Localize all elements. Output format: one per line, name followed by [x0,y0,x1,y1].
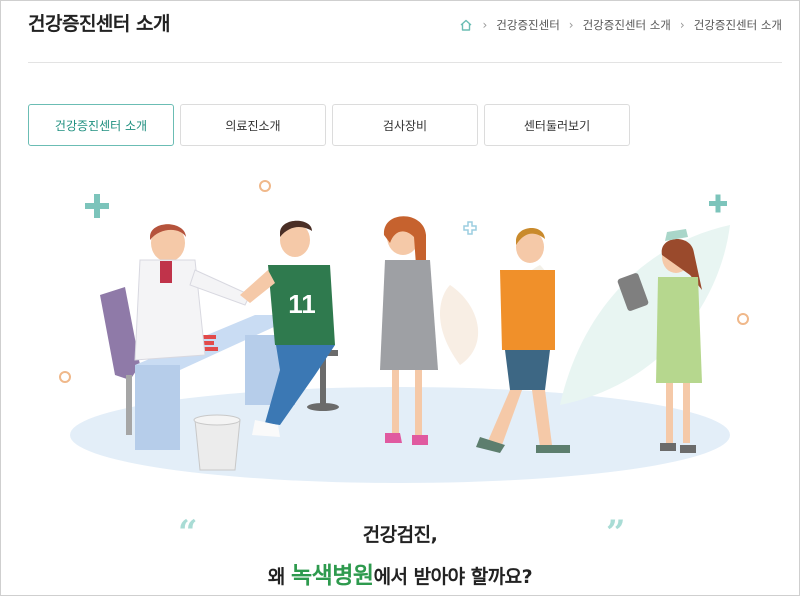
leaf-decoration [440,285,479,365]
breadcrumb-item-current[interactable]: 건강증진센터 소개 [694,17,782,33]
chevron-right-icon: › [482,18,488,32]
plus-decoration [463,221,477,235]
chair [100,287,140,380]
trash-bin [194,419,241,471]
hospital-name: 녹색병원 [290,563,374,589]
tab-medical-staff[interactable]: 의료진소개 [180,104,326,146]
tab-center-tour[interactable]: 센터둘러보기 [484,104,630,146]
breadcrumb-item[interactable]: 건강증진센터 소개 [583,17,671,33]
desk [135,365,180,450]
page-title: 건강증진센터 소개 [28,13,170,35]
ring-decoration [59,371,71,383]
headline-prefix: 왜 [267,566,291,588]
headline-line1: 건강검진, [362,524,438,546]
leaf-decoration [560,225,730,405]
tab-bar: 건강증진센터 소개 의료진소개 검사장비 센터둘러보기 [28,104,630,146]
breadcrumb: › 건강증진센터 › 건강증진센터 소개 › 건강증진센터 소개 [459,17,782,33]
health-checkup-illustration: 11 [59,180,749,483]
jersey-number: 11 [288,289,316,319]
chevron-right-icon: › [568,18,574,32]
chevron-right-icon: › [679,18,685,32]
headline-line2: 왜 녹색병원에서 받아야 할까요? [0,556,800,590]
plus-decoration [85,194,727,218]
tab-center-intro[interactable]: 건강증진센터 소개 [28,104,174,146]
headline-suffix: 에서 받아야 할까요? [373,566,533,588]
ring-decoration [737,313,749,325]
ring-decoration [259,180,271,192]
breadcrumb-item[interactable]: 건강증진센터 [496,17,559,33]
home-icon[interactable] [459,18,473,32]
title-divider [28,62,782,63]
tab-equipment[interactable]: 검사장비 [332,104,478,146]
